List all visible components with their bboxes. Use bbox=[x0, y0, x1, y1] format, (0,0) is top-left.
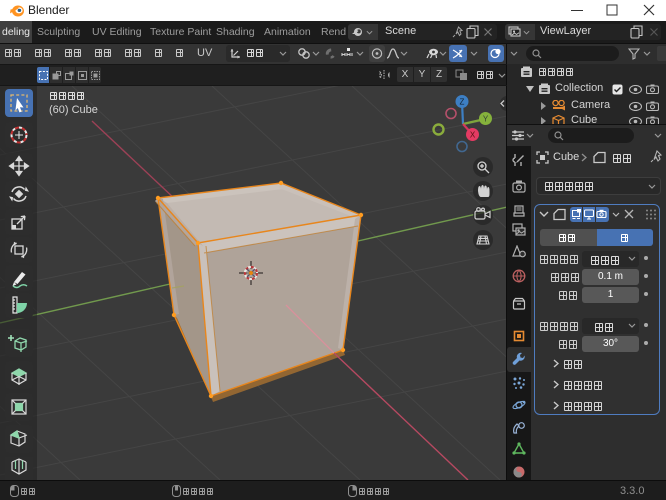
svg-text:X: X bbox=[470, 131, 476, 140]
svg-text:Z: Z bbox=[460, 98, 465, 107]
svg-text:Y: Y bbox=[483, 115, 489, 124]
